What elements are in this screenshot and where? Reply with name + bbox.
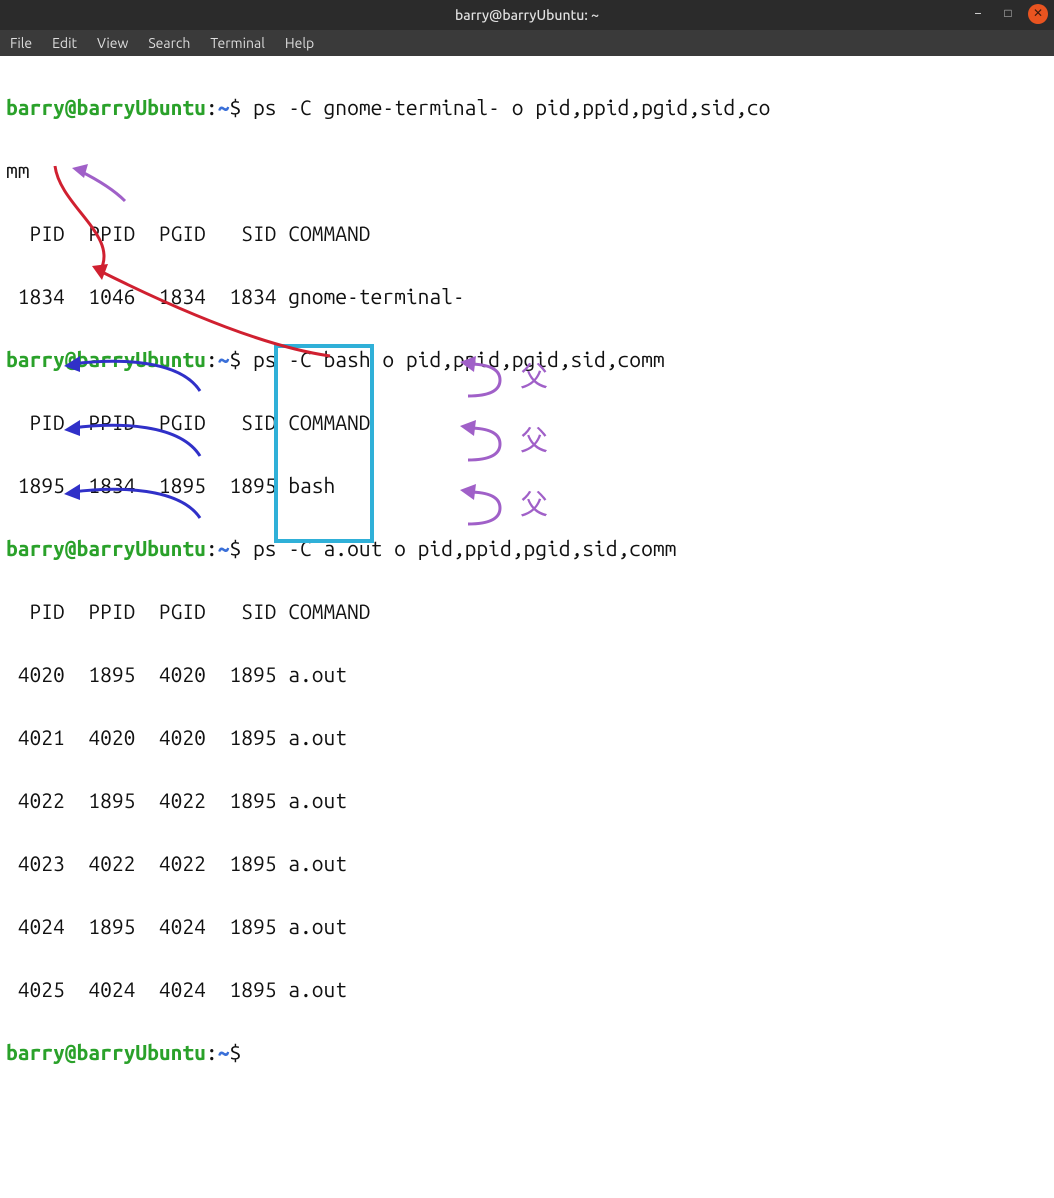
window-title: barry@barryUbuntu: ~: [455, 5, 599, 26]
prompt-user: barry@barryUbuntu: [6, 95, 206, 119]
command-3: ps -C a.out o pid,ppid,pgid,sid,comm: [253, 536, 676, 560]
titlebar: barry@barryUbuntu: ~ – □ ✕: [0, 0, 1054, 30]
prompt-line-4: barry@barryUbuntu:~$: [6, 1037, 1048, 1069]
menu-terminal[interactable]: Terminal: [210, 33, 265, 54]
menubar: File Edit View Search Terminal Help: [0, 30, 1054, 56]
ps3-row-0: 4020 1895 4020 1895 a.out: [6, 659, 1048, 691]
ps3-row-2: 4022 1895 4022 1895 a.out: [6, 785, 1048, 817]
menu-file[interactable]: File: [10, 33, 32, 54]
command-2: ps -C bash o pid,ppid,pgid,sid,comm: [253, 347, 665, 371]
command-1a: ps -C gnome-terminal- o pid,ppid,pgid,si…: [253, 95, 770, 119]
menu-search[interactable]: Search: [148, 33, 190, 54]
close-button[interactable]: ✕: [1028, 4, 1048, 24]
minimize-button[interactable]: –: [968, 4, 988, 24]
prompt-path: ~: [218, 95, 230, 119]
terminal-area[interactable]: barry@barryUbuntu:~$ ps -C gnome-termina…: [0, 56, 1054, 1198]
menu-view[interactable]: View: [97, 33, 128, 54]
ps2-header: PID PPID PGID SID COMMAND: [6, 407, 1048, 439]
ps3-row-1: 4021 4020 4020 1895 a.out: [6, 722, 1048, 754]
window-controls: – □ ✕: [968, 4, 1048, 24]
command-1b: mm: [6, 155, 1048, 187]
ps1-row-0: 1834 1046 1834 1834 gnome-terminal-: [6, 281, 1048, 313]
maximize-button[interactable]: □: [998, 4, 1018, 24]
ps2-row-0: 1895 1834 1895 1895 bash: [6, 470, 1048, 502]
ps1-header: PID PPID PGID SID COMMAND: [6, 218, 1048, 250]
ps3-row-3: 4023 4022 4022 1895 a.out: [6, 848, 1048, 880]
prompt-line-2: barry@barryUbuntu:~$ ps -C bash o pid,pp…: [6, 344, 1048, 376]
ps3-row-5: 4025 4024 4024 1895 a.out: [6, 974, 1048, 1006]
menu-help[interactable]: Help: [285, 33, 314, 54]
prompt-line-3: barry@barryUbuntu:~$ ps -C a.out o pid,p…: [6, 533, 1048, 565]
ps3-header: PID PPID PGID SID COMMAND: [6, 596, 1048, 628]
ps3-row-4: 4024 1895 4024 1895 a.out: [6, 911, 1048, 943]
prompt-line-1: barry@barryUbuntu:~$ ps -C gnome-termina…: [6, 92, 1048, 124]
menu-edit[interactable]: Edit: [52, 33, 77, 54]
sid-highlight-box: [276, 346, 372, 541]
